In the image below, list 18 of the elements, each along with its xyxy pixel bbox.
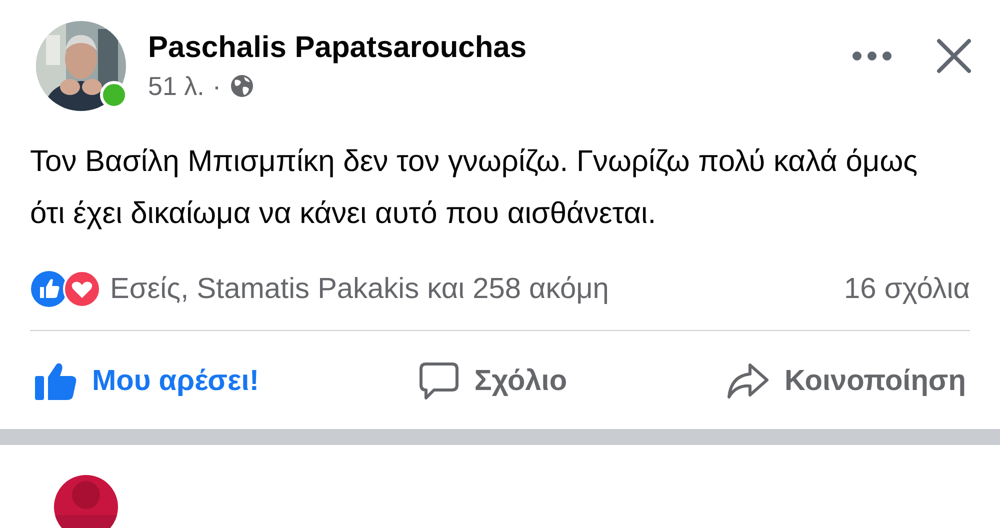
comment-count[interactable]: 16 σχόλια: [844, 272, 970, 306]
separator-dot: ·: [212, 70, 222, 102]
comment-button[interactable]: Σχόλιο: [418, 361, 568, 401]
post-text: Τον Βασίλη Μπισμπίκη δεν τον γνωρίζω. Γνωρίζω πολύ καλά όμως ότι έχει δικαίωμα να κάνει αυτό που αισθάνεται.: [29, 144, 919, 232]
close-icon: [936, 38, 972, 74]
reaction-icons: [30, 270, 102, 308]
share-button[interactable]: Κοινοποίηση: [726, 362, 966, 400]
more-options-button[interactable]: [852, 51, 892, 61]
more-icon: [852, 51, 892, 61]
thumbs-up-icon: [34, 361, 78, 401]
globe-icon: [229, 73, 256, 99]
close-button[interactable]: [936, 38, 972, 74]
speech-bubble-icon: [418, 361, 460, 401]
author-name[interactable]: Paschalis Papatsarouchas: [148, 30, 852, 64]
like-button[interactable]: Μου αρέσει!: [34, 361, 259, 401]
post-time[interactable]: 51 λ.: [148, 70, 204, 102]
reactions-summary[interactable]: Εσείς, Stamatis Pakakis και 258 ακόμη: [110, 272, 609, 306]
share-arrow-icon: [726, 362, 770, 400]
